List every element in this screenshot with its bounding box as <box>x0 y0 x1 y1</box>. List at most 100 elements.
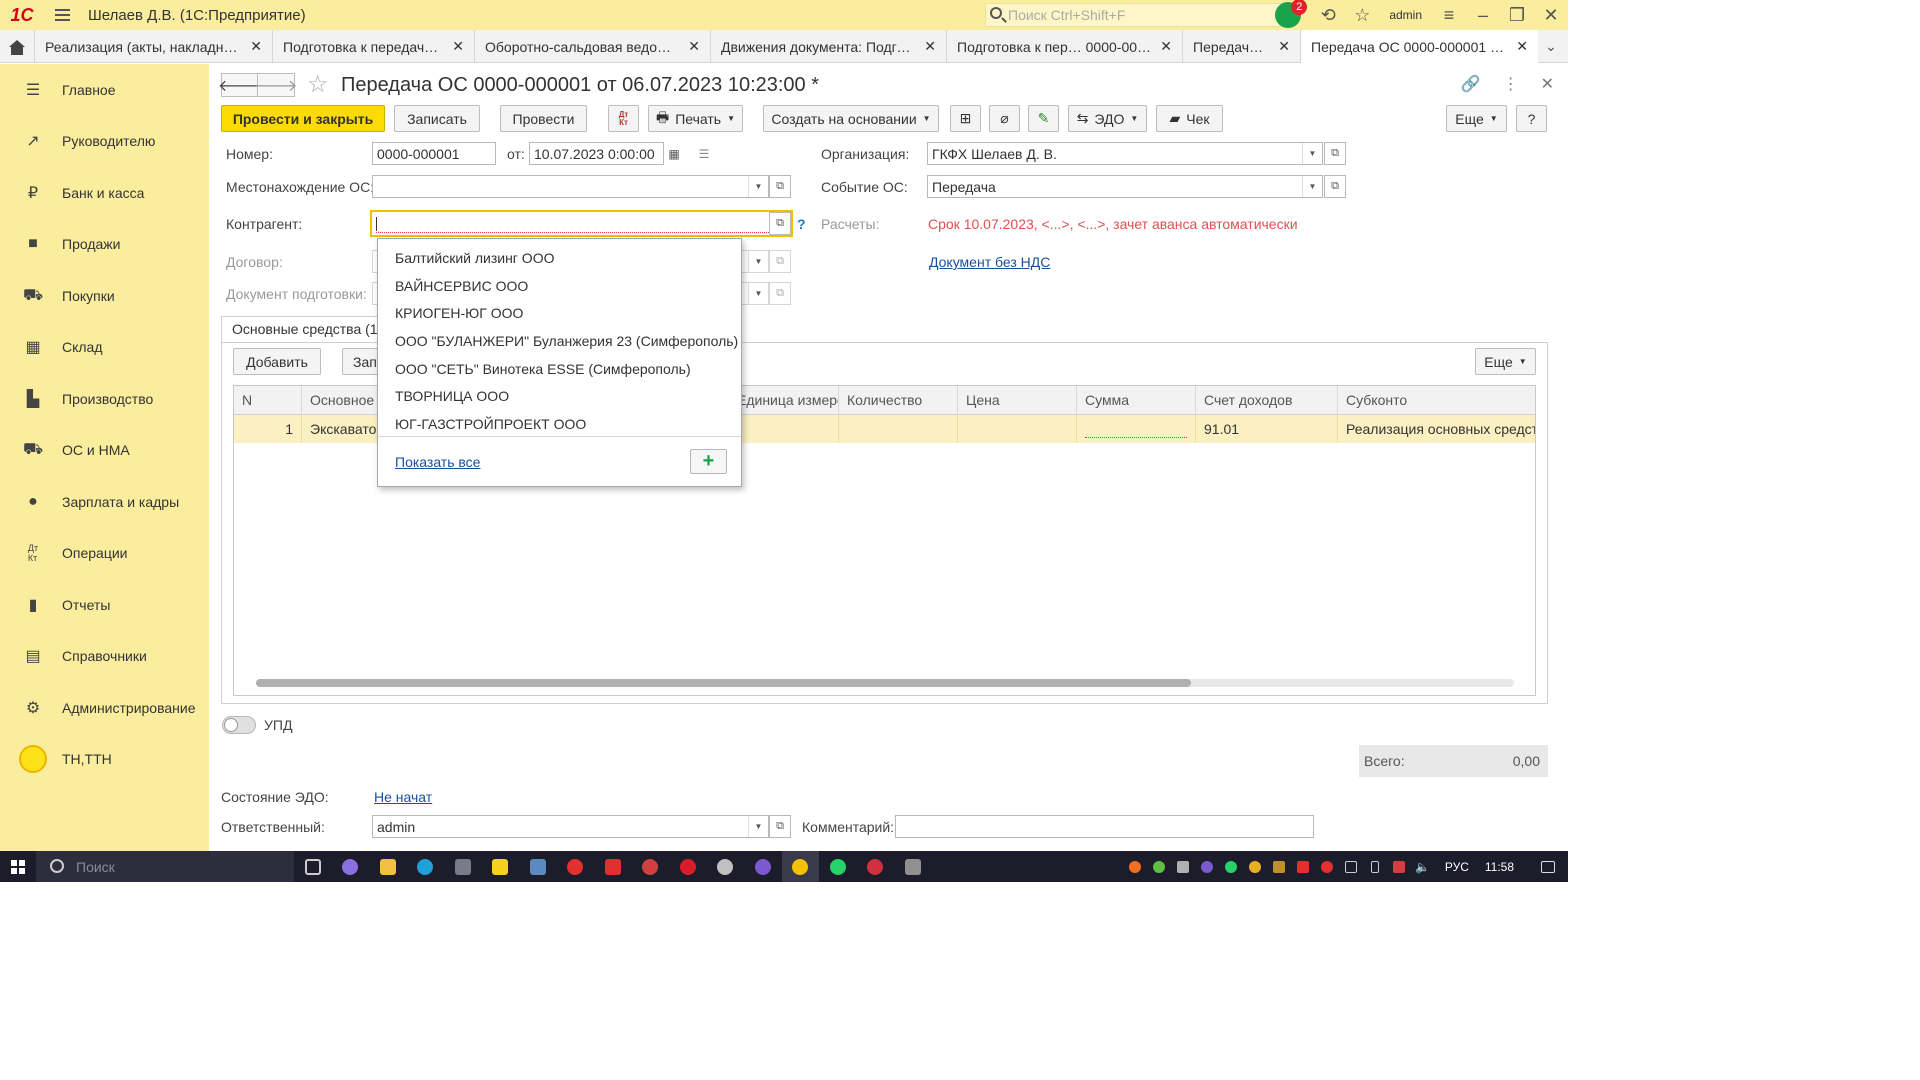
print-button[interactable]: 🖶 Печать ▼ <box>648 105 743 132</box>
app-purple-icon[interactable] <box>332 851 370 882</box>
app-circle-icon[interactable] <box>857 851 895 882</box>
help-question-icon[interactable]: ? <box>797 216 806 232</box>
dropdown-option[interactable]: ЮГ-ГАЗСТРОЙПРОЕКТ ООО <box>378 411 741 439</box>
organization-field[interactable]: ГКФХ Шелаев Д. В. ▼ <box>927 142 1323 165</box>
chevron-down-icon[interactable]: ▼ <box>748 816 768 837</box>
scrollbar-thumb[interactable] <box>256 679 1191 687</box>
edo-state-link[interactable]: Не начат <box>374 789 432 805</box>
sticky-notes-icon[interactable] <box>482 851 520 882</box>
yandex-icon[interactable] <box>594 851 632 882</box>
counterparty-field[interactable]: ▼ <box>370 210 793 237</box>
create-based-on-button[interactable]: Создать на основании ▼ <box>763 105 939 132</box>
os-event-field[interactable]: Передача ▼ <box>927 175 1323 198</box>
tab-os-transfer-doc[interactable]: Передача ОС 0000-000001 от… ✕ <box>1300 30 1538 63</box>
tab-movements[interactable]: Движения документа: Подгот… ✕ <box>710 30 946 63</box>
column-header-sum[interactable]: Сумма <box>1077 386 1196 415</box>
sidebar-item-production[interactable]: ▙ Производство <box>0 373 209 425</box>
windows-start-icon[interactable] <box>0 851 36 882</box>
history-icon[interactable]: ⟲ <box>1311 0 1345 30</box>
yandex-browser-icon[interactable] <box>557 851 595 882</box>
more-button[interactable]: Еще ▼ <box>1446 105 1507 132</box>
chevron-down-icon[interactable]: ⌄ <box>1538 30 1564 63</box>
file-explorer-icon[interactable] <box>369 851 407 882</box>
sidebar-item-director[interactable]: ↗ Руководителю <box>0 116 209 168</box>
dropdown-option[interactable]: ВАЙНСЕРВИС ООО <box>378 273 741 301</box>
responsible-field[interactable]: admin ▼ <box>372 815 769 838</box>
tray-user-icon[interactable] <box>1147 851 1171 882</box>
close-tab-icon[interactable]: ✕ <box>1160 38 1172 55</box>
column-header-income-account[interactable]: Счет доходов <box>1196 386 1338 415</box>
tab-osv[interactable]: Оборотно-сальдовая ведомо… ✕ <box>474 30 710 63</box>
close-tab-icon[interactable]: ✕ <box>1516 38 1528 55</box>
photos-icon[interactable] <box>519 851 557 882</box>
open-prep-doc-icon[interactable]: ⧉ <box>769 282 791 305</box>
sidebar-item-reports[interactable]: ▮ Отчеты <box>0 579 209 631</box>
settings-menu-icon[interactable]: ≡ <box>1432 0 1466 30</box>
chevron-down-icon[interactable]: ▼ <box>748 283 768 304</box>
cell-n[interactable]: 1 <box>234 415 302 443</box>
tray-red-icon[interactable] <box>1291 851 1315 882</box>
link-icon[interactable]: 🔗 <box>1461 74 1481 94</box>
1c-enterprise-icon[interactable] <box>781 851 819 882</box>
sidebar-item-purchases[interactable]: ⛟ Покупки <box>0 270 209 322</box>
upd-toggle[interactable] <box>222 716 256 734</box>
clock[interactable]: 11:58 <box>1485 860 1514 874</box>
tray-viber-icon[interactable] <box>1195 851 1219 882</box>
task-view-icon[interactable] <box>294 851 332 882</box>
sidebar-item-admin[interactable]: ⚙ Администрирование <box>0 682 209 734</box>
current-user[interactable]: admin <box>1389 8 1422 22</box>
close-tab-icon[interactable]: ✕ <box>452 38 464 55</box>
sidebar-item-sales[interactable]: ■ Продажи <box>0 219 209 271</box>
show-all-link[interactable]: Показать все <box>395 454 480 470</box>
whatsapp-icon[interactable] <box>819 851 857 882</box>
date-field[interactable]: 10.07.2023 0:00:00 <box>529 142 664 165</box>
horizontal-scrollbar[interactable] <box>256 679 1514 687</box>
cell-income-account[interactable]: 91.01 <box>1196 415 1338 443</box>
open-organization-icon[interactable]: ⧉ <box>1324 142 1346 165</box>
1c-logo[interactable]: 1С <box>0 0 44 30</box>
list-icon[interactable]: ☰ <box>694 142 714 165</box>
help-button[interactable]: ? <box>1516 105 1547 132</box>
close-tab-icon[interactable]: ✕ <box>924 38 936 55</box>
back-arrow-icon[interactable]: 🡐 <box>218 73 261 97</box>
favorites-star-icon[interactable]: ☆ <box>1345 0 1379 30</box>
location-field[interactable]: ▼ <box>372 175 769 198</box>
action-center-icon[interactable] <box>1528 851 1568 882</box>
minimize-icon[interactable]: – <box>1466 0 1500 30</box>
dropdown-option[interactable]: ТВОРНИЦА ООО <box>378 383 741 411</box>
cell-price[interactable] <box>958 415 1077 443</box>
number-field[interactable]: 0000-000001 <box>372 142 496 165</box>
chevron-down-icon[interactable]: ▼ <box>748 176 768 197</box>
column-header-price[interactable]: Цена <box>958 386 1077 415</box>
dropdown-option[interactable]: ООО "СЕТЬ" Винотека ESSE (Симферополь) <box>378 356 741 384</box>
dropdown-option[interactable]: ООО "БУЛАНЖЕРИ" Буланжерия 23 (Симферопо… <box>378 328 741 356</box>
no-vat-document-link[interactable]: Документ без НДС <box>929 254 1050 270</box>
open-event-icon[interactable]: ⧉ <box>1324 175 1346 198</box>
close-tab-icon[interactable]: ✕ <box>1278 38 1290 55</box>
app-arrow-icon[interactable] <box>894 851 932 882</box>
open-counterparty-icon[interactable]: ⧉ <box>769 212 791 235</box>
tray-chrome-icon[interactable] <box>1243 851 1267 882</box>
column-header-n[interactable]: N <box>234 386 302 415</box>
tab-os-prep-list[interactable]: Подготовка к передаче ОС ✕ <box>272 30 474 63</box>
chevron-down-icon[interactable]: ▼ <box>1302 176 1322 197</box>
save-button[interactable]: Записать <box>394 105 480 132</box>
attach-button[interactable]: ⌀ <box>989 105 1020 132</box>
column-header-qty[interactable]: Количество <box>839 386 958 415</box>
close-tab-icon[interactable]: ✕ <box>688 38 700 55</box>
tray-app-icon[interactable] <box>1123 851 1147 882</box>
restore-icon[interactable]: ❐ <box>1500 0 1534 30</box>
comment-field[interactable] <box>895 815 1314 838</box>
chevron-down-icon[interactable]: ▼ <box>748 251 768 272</box>
app-red-icon[interactable] <box>632 851 670 882</box>
viber-icon[interactable] <box>744 851 782 882</box>
edge-icon[interactable] <box>407 851 445 882</box>
cell-qty[interactable] <box>839 415 958 443</box>
opera-icon[interactable] <box>669 851 707 882</box>
more-vertical-icon[interactable]: ⋮ <box>1503 74 1519 94</box>
home-icon[interactable] <box>0 30 34 63</box>
sidebar-item-catalogs[interactable]: ▤ Справочники <box>0 631 209 683</box>
close-tab-icon[interactable]: ✕ <box>250 38 262 55</box>
check-button[interactable]: ▰ Чек <box>1156 105 1223 132</box>
calculator-icon[interactable] <box>444 851 482 882</box>
